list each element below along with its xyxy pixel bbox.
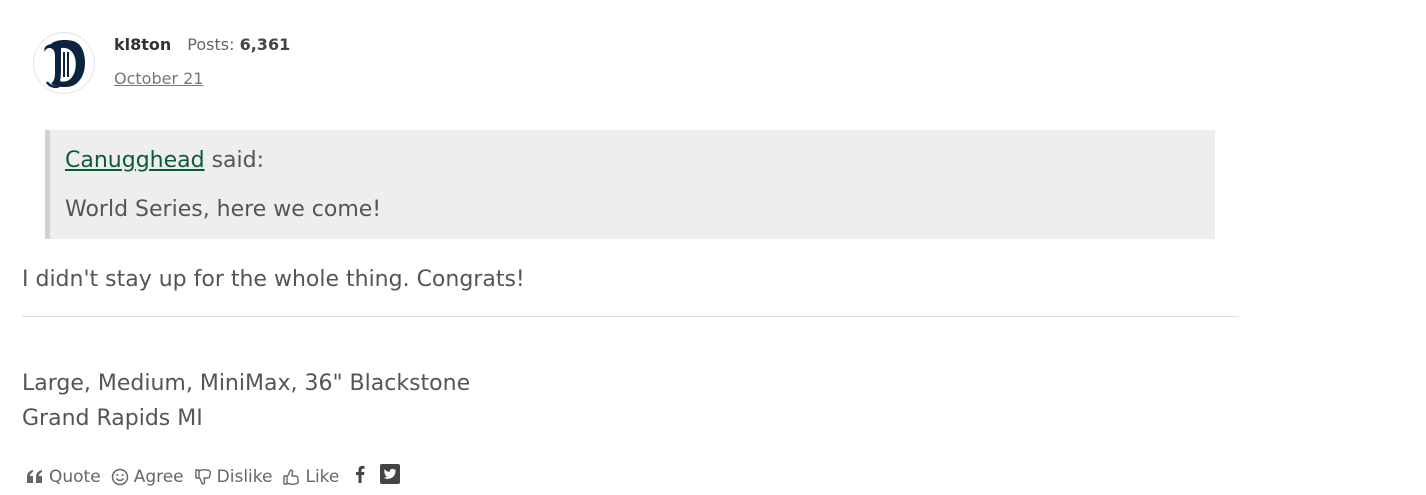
facebook-icon	[355, 465, 365, 488]
signature-line: Large, Medium, MiniMax, 36" Blackstone	[22, 371, 471, 396]
avatar[interactable]	[33, 32, 95, 94]
detroit-d-logo-icon	[44, 40, 85, 89]
quote-text: World Series, here we come!	[65, 197, 382, 222]
post-date-link[interactable]: October 21	[114, 69, 203, 88]
like-label: Like	[305, 466, 340, 487]
facebook-share-button[interactable]	[355, 465, 365, 488]
author-meta: kl8ton Posts: 6,361	[114, 35, 290, 54]
quote-block: Canugghead said: World Series, here we c…	[45, 130, 1215, 239]
quote-icon	[26, 469, 44, 484]
dislike-label: Dislike	[216, 466, 273, 487]
post-body: I didn't stay up for the whole thing. Co…	[22, 267, 525, 292]
author-name[interactable]: kl8ton	[114, 35, 171, 54]
dislike-button[interactable]: Dislike	[194, 466, 273, 487]
reaction-bar: Quote Agree Dislike Like	[26, 463, 415, 490]
agree-button[interactable]: Agree	[111, 467, 184, 487]
posts-count-value: 6,361	[239, 35, 291, 54]
quote-attribution: Canugghead said:	[65, 146, 1200, 176]
like-button[interactable]: Like	[282, 467, 339, 487]
twitter-share-button[interactable]	[379, 463, 401, 490]
quote-button[interactable]: Quote	[26, 467, 101, 487]
agree-label: Agree	[133, 466, 184, 487]
thumbs-down-icon	[194, 468, 212, 486]
signature: Large, Medium, MiniMax, 36" Blackstone G…	[22, 366, 470, 436]
posts-label: Posts:	[187, 35, 235, 54]
twitter-icon	[379, 463, 401, 490]
thumbs-up-icon	[282, 468, 300, 486]
signature-line: Grand Rapids MI	[22, 406, 203, 431]
post-count: Posts: 6,361	[187, 35, 290, 54]
quote-label: Quote	[49, 466, 101, 487]
quote-author-link[interactable]: Canugghead	[65, 148, 205, 173]
smiley-icon	[111, 468, 129, 486]
signature-divider	[22, 316, 1239, 317]
quote-said-label: said:	[211, 148, 265, 173]
forum-post: kl8ton Posts: 6,361 October 21 Canugghea…	[0, 0, 1426, 495]
